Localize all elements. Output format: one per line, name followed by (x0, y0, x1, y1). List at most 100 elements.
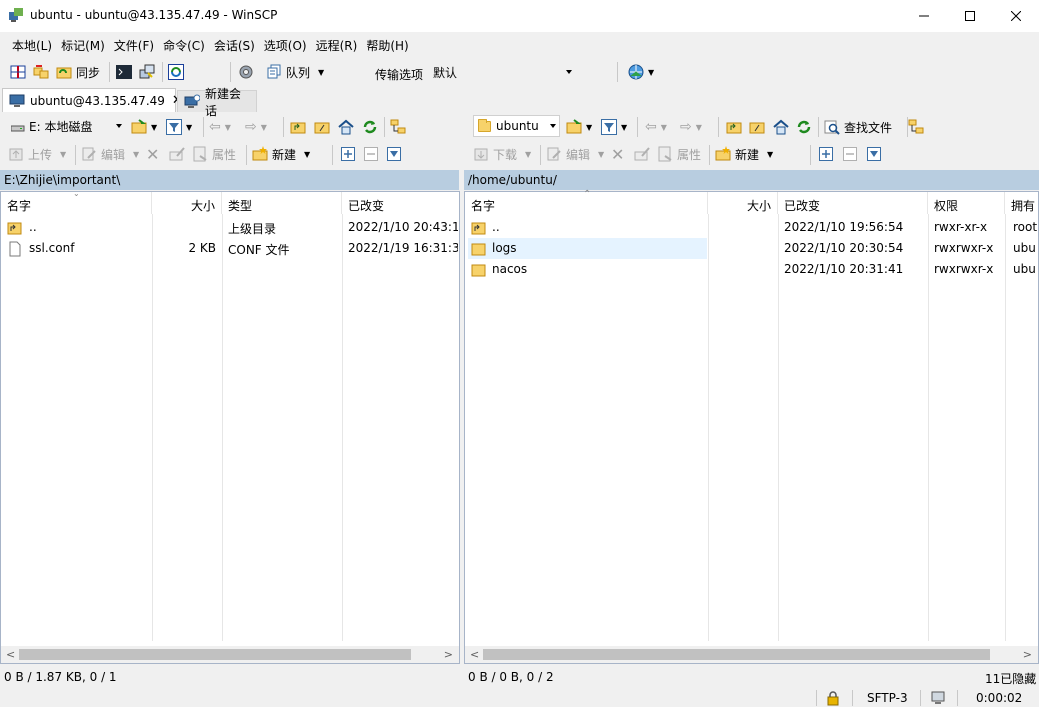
scrollbar-thumb[interactable] (483, 649, 990, 660)
file-rights: rwxrwxr-x (934, 262, 994, 276)
remote-horizontal-scrollbar[interactable]: < > (465, 646, 1038, 663)
remote-col-changed[interactable]: 已改变 (778, 192, 928, 214)
local-path-bar[interactable]: E:\Zhijie\important\ (0, 170, 459, 190)
remote-new-button[interactable]: 新建 ▼ (715, 143, 773, 165)
remote-properties-button[interactable]: 属性 (657, 143, 701, 165)
remote-dir-label: ubuntu (496, 119, 539, 133)
title-bar: ubuntu - ubuntu@43.135.47.49 - WinSCP (0, 0, 1039, 32)
local-edit-button[interactable]: 编辑 ▼ (81, 143, 139, 165)
scroll-left-arrow-icon[interactable]: < (470, 648, 479, 661)
local-home-button[interactable] (338, 116, 354, 138)
menu-mark[interactable]: 标记(M) (55, 33, 108, 55)
local-tree-button[interactable] (390, 116, 406, 138)
remote-edit-button[interactable]: 编辑 ▼ (546, 143, 604, 165)
scroll-right-arrow-icon[interactable]: > (444, 648, 453, 661)
local-col-changed[interactable]: 已改变 (342, 192, 460, 214)
internet-globe-button[interactable]: ▼ (628, 61, 654, 83)
local-delete-button[interactable]: ✕ (146, 143, 159, 165)
remote-home-button[interactable] (773, 116, 789, 138)
local-col-name[interactable]: 名字 ⌄ (1, 189, 152, 214)
remote-forward-button[interactable]: ⇨ ▼ (680, 116, 702, 138)
putty-button[interactable] (139, 61, 155, 83)
upload-button[interactable]: 上传 ▼ (8, 143, 66, 165)
menu-options[interactable]: 选项(O) (258, 33, 310, 55)
remote-col-name[interactable]: 名字 ⌃ (465, 189, 708, 214)
menu-remote[interactable]: 远程(R) (310, 33, 361, 55)
local-col-size[interactable]: 大小 (152, 192, 222, 214)
local-filter-button[interactable]: ▼ (166, 116, 192, 138)
hidden-files-count[interactable]: 11已隐藏 (985, 670, 1036, 687)
compare-dirs-button[interactable] (10, 61, 26, 83)
synchronize-button[interactable]: 同步 (56, 61, 100, 83)
remote-col-owner[interactable]: 拥有 (1005, 192, 1038, 214)
chevron-down-icon: ▼ (224, 122, 231, 132)
table-row[interactable]: .. 上级目录 2022/1/10 20:43:1 (1, 217, 459, 238)
tab-session-ubuntu[interactable]: ubuntu@43.135.47.49 ✕ (2, 88, 183, 112)
globe-icon (628, 64, 644, 80)
menu-session[interactable]: 会话(S) (208, 33, 258, 55)
refresh-session-button[interactable] (168, 61, 184, 83)
remote-open-dir-button[interactable]: ▼ (566, 116, 592, 138)
remote-unselect-button[interactable] (842, 143, 858, 165)
remote-tree-button[interactable] (908, 116, 924, 138)
table-row[interactable]: logs 2022/1/10 20:30:54 rwxrwxr-x ubu (465, 238, 1038, 259)
remote-path-bar[interactable]: /home/ubuntu/ (464, 170, 1039, 190)
remote-status: 0 B / 0 B, 0 / 2 (468, 670, 554, 684)
table-row[interactable]: nacos 2022/1/10 20:31:41 rwxrwxr-x ubu (465, 259, 1038, 280)
local-rename-button[interactable] (169, 143, 185, 165)
remote-filter-button[interactable]: ▼ (601, 116, 627, 138)
local-properties-label: 属性 (212, 147, 237, 162)
local-col-type[interactable]: 类型 (222, 192, 342, 214)
menu-command[interactable]: 命令(C) (157, 33, 208, 55)
remote-col-size[interactable]: 大小 (708, 192, 778, 214)
close-button[interactable] (993, 0, 1039, 32)
remote-rename-button[interactable] (634, 143, 650, 165)
console-button[interactable] (116, 61, 132, 83)
menu-help[interactable]: 帮助(H) (360, 33, 411, 55)
local-status: 0 B / 1.87 KB, 0 / 1 (4, 670, 117, 684)
local-select-button[interactable] (340, 143, 356, 165)
menu-local[interactable]: 本地(L) (6, 33, 55, 55)
scrollbar-thumb[interactable] (19, 649, 411, 660)
local-open-dir-button[interactable]: ▼ (131, 116, 157, 138)
remote-root-dir-button[interactable] (749, 116, 765, 138)
remote-refresh-button[interactable] (796, 116, 812, 138)
local-file-toolbar: 上传 ▼ 编辑 ▼ ✕ 属性 新建 ▼ (0, 141, 461, 169)
local-parent-dir-button[interactable] (290, 116, 306, 138)
local-root-dir-button[interactable] (314, 116, 330, 138)
remote-back-button[interactable]: ⇦ ▼ (645, 116, 667, 138)
remote-col-rights[interactable]: 权限 (928, 192, 1005, 214)
tab-new-session[interactable]: 新建会话 (177, 87, 257, 118)
edit-icon (81, 146, 97, 162)
local-filter-select-button[interactable] (386, 143, 402, 165)
file-name: ssl.conf (29, 241, 75, 255)
local-forward-button[interactable]: ⇨ ▼ (245, 116, 267, 138)
status-separator (920, 690, 921, 706)
remote-filter-select-button[interactable] (866, 143, 882, 165)
table-row[interactable]: ssl.conf 2 KB CONF 文件 2022/1/19 16:31:3 (1, 238, 459, 259)
minimize-button[interactable] (901, 0, 947, 32)
preferences-button[interactable] (238, 61, 254, 83)
remote-select-button[interactable] (818, 143, 834, 165)
menu-file[interactable]: 文件(F) (108, 33, 157, 55)
scroll-left-arrow-icon[interactable]: < (6, 648, 15, 661)
local-horizontal-scrollbar[interactable]: < > (1, 646, 459, 663)
local-refresh-button[interactable] (362, 116, 378, 138)
transfer-settings-dropdown[interactable]: 默认 (428, 61, 576, 83)
synchronize-browse-button[interactable] (33, 61, 49, 83)
download-button[interactable]: 下载 ▼ (473, 143, 531, 165)
table-row[interactable]: .. 2022/1/10 19:56:54 rwxr-xr-x root (465, 217, 1038, 238)
local-unselect-button[interactable] (363, 143, 379, 165)
remote-dir-dropdown[interactable]: ubuntu (473, 115, 560, 137)
local-back-button[interactable]: ⇦ ▼ (209, 116, 231, 138)
queue-button[interactable]: 队列 ▼ (266, 61, 324, 83)
local-drive-dropdown[interactable]: E: 本地磁盘 (6, 115, 126, 137)
rename-icon (634, 146, 650, 162)
remote-parent-dir-button[interactable] (726, 116, 742, 138)
scroll-right-arrow-icon[interactable]: > (1023, 648, 1032, 661)
local-properties-button[interactable]: 属性 (192, 143, 236, 165)
remote-delete-button[interactable]: ✕ (611, 143, 624, 165)
maximize-button[interactable] (947, 0, 993, 32)
local-new-button[interactable]: 新建 ▼ (252, 143, 310, 165)
find-files-button[interactable]: 查找文件 (824, 116, 892, 138)
